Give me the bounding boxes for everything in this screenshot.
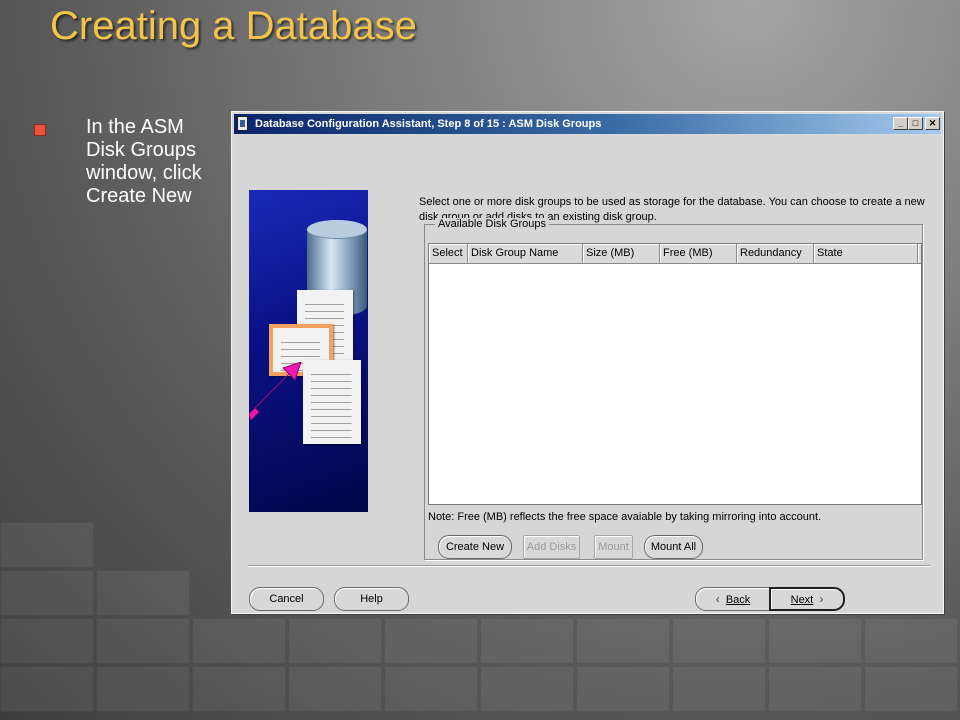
- background-tile: [672, 618, 766, 664]
- background-tile: [672, 666, 766, 712]
- background-tile: [288, 618, 382, 664]
- column-header-filler: [918, 244, 921, 264]
- cancel-button[interactable]: Cancel: [249, 587, 324, 611]
- background-tile: [192, 618, 286, 664]
- window-titlebar[interactable]: Database Configuration Assistant, Step 8…: [234, 114, 941, 134]
- background-tile: [768, 618, 862, 664]
- background-tile: [576, 666, 670, 712]
- database-illustration: [249, 190, 368, 512]
- background-tile: [480, 618, 574, 664]
- background-tile: [0, 666, 94, 712]
- dbca-window: Database Configuration Assistant, Step 8…: [231, 111, 944, 614]
- background-tile: [0, 618, 94, 664]
- column-header-disk-group-name[interactable]: Disk Group Name: [468, 244, 583, 264]
- add-disks-button[interactable]: Add Disks: [523, 535, 580, 559]
- window-title: Database Configuration Assistant, Step 8…: [255, 118, 602, 130]
- free-space-note: Note: Free (MB) reflects the free space …: [428, 511, 822, 523]
- maximize-button[interactable]: □: [908, 117, 923, 130]
- chevron-left-icon: ‹: [715, 592, 720, 606]
- background-tile: [288, 666, 382, 712]
- next-button[interactable]: Next ›: [769, 587, 845, 611]
- pink-arrow-icon: [249, 362, 302, 421]
- background-tile: [0, 522, 94, 568]
- group-title: Available Disk Groups: [435, 218, 550, 230]
- background-tile: [576, 618, 670, 664]
- slide-title: Creating a Database: [50, 4, 417, 48]
- minimize-button[interactable]: _: [893, 117, 908, 130]
- table-header: Select Disk Group Name Size (MB) Free (M…: [429, 244, 921, 264]
- footer-divider: [248, 565, 930, 567]
- help-button[interactable]: Help: [334, 587, 409, 611]
- background-tile: [96, 618, 190, 664]
- disk-groups-table[interactable]: Select Disk Group Name Size (MB) Free (M…: [428, 243, 922, 505]
- background-tile: [864, 666, 958, 712]
- create-new-button[interactable]: Create New: [438, 535, 512, 559]
- background-tile: [0, 570, 94, 616]
- column-header-redundancy[interactable]: Redundancy: [737, 244, 814, 264]
- background-tile: [384, 666, 478, 712]
- column-header-size[interactable]: Size (MB): [583, 244, 660, 264]
- back-button-label: Back: [725, 594, 751, 606]
- background-tile: [480, 666, 574, 712]
- background-tile: [96, 570, 190, 616]
- back-button[interactable]: ‹ Back: [695, 587, 771, 611]
- column-header-state[interactable]: State: [814, 244, 918, 264]
- chevron-right-icon: ›: [819, 592, 824, 606]
- background-tile: [384, 618, 478, 664]
- mount-all-button[interactable]: Mount All: [644, 535, 703, 559]
- background-tile: [768, 666, 862, 712]
- column-header-free[interactable]: Free (MB): [660, 244, 737, 264]
- close-button[interactable]: ✕: [925, 117, 940, 130]
- column-header-select[interactable]: Select: [429, 244, 468, 264]
- mount-button[interactable]: Mount: [594, 535, 633, 559]
- background-tile: [864, 618, 958, 664]
- background-tile: [192, 666, 286, 712]
- available-disk-groups-panel: Available Disk Groups Select Disk Group …: [424, 218, 923, 560]
- background-tile: [96, 666, 190, 712]
- app-icon: [237, 116, 248, 131]
- next-button-label: Next: [790, 594, 814, 606]
- bullet-text: In the ASM Disk Groups window, click Cre…: [86, 116, 202, 207]
- window-body: Select one or more disk groups to be use…: [234, 136, 941, 611]
- bullet-square-icon: [34, 124, 46, 136]
